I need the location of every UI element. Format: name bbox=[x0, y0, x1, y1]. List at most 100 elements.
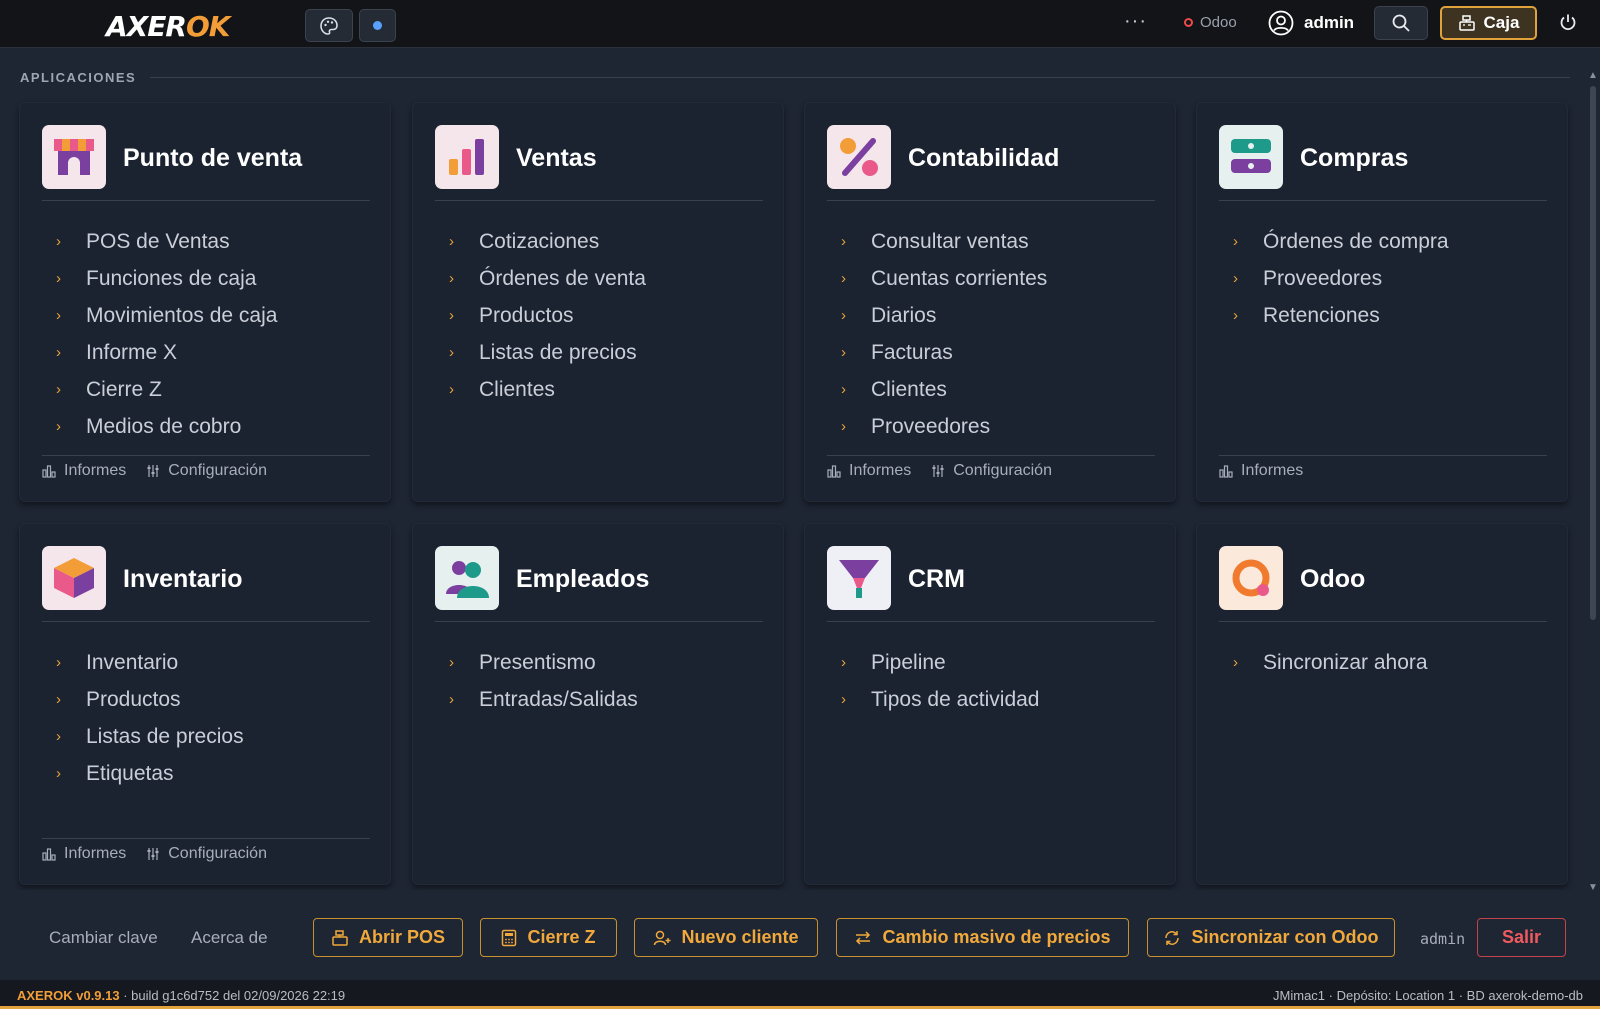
menu-item-label: Informe X bbox=[86, 340, 178, 364]
axerok-logo[interactable]: AXEROK bbox=[106, 10, 230, 43]
app-card-contabilidad: Contabilidad › Consultar ventas › Cuentas … bbox=[804, 102, 1176, 502]
version-label: AXEROK v0.9.13 bbox=[17, 988, 120, 1003]
caja-button[interactable]: Caja bbox=[1440, 6, 1537, 40]
chevron-right-icon: › bbox=[841, 307, 846, 324]
menu-item[interactable]: › Tipos de actividad bbox=[841, 681, 1039, 718]
menu-item[interactable]: › Medios de cobro bbox=[56, 408, 277, 445]
menu-item[interactable]: › Funciones de caja bbox=[56, 260, 277, 297]
close-z-button[interactable]: Cierre Z bbox=[480, 918, 617, 957]
menu-item[interactable]: › Etiquetas bbox=[56, 755, 244, 792]
odoo-connection-status[interactable]: Odoo bbox=[1184, 14, 1237, 31]
app-menu: › Presentismo › Entradas/Salidas bbox=[449, 644, 638, 718]
menu-item[interactable]: › Informe X bbox=[56, 334, 277, 371]
scroll-up-arrow[interactable]: ▲ bbox=[1588, 70, 1598, 81]
card-title: Empleados bbox=[516, 565, 650, 593]
menu-item[interactable]: › Retenciones bbox=[1233, 297, 1449, 334]
power-button[interactable] bbox=[1558, 12, 1578, 37]
mass-price-change-button[interactable]: Cambio masivo de precios bbox=[836, 918, 1129, 957]
menu-item[interactable]: › Listas de precios bbox=[449, 334, 646, 371]
menu-item[interactable]: › Órdenes de compra bbox=[1233, 223, 1449, 260]
menu-item[interactable]: › Productos bbox=[449, 297, 646, 334]
bar-chart-icon bbox=[435, 125, 499, 189]
footer-link-informes[interactable]: Informes bbox=[1219, 462, 1303, 480]
card-header[interactable]: Empleados bbox=[435, 546, 763, 622]
chevron-right-icon: › bbox=[841, 381, 846, 398]
menu-item[interactable]: › Entradas/Salidas bbox=[449, 681, 638, 718]
footer-link-informes[interactable]: Informes bbox=[827, 462, 911, 480]
chevron-right-icon: › bbox=[449, 307, 454, 324]
footer-link-configuracion[interactable]: Configuración bbox=[146, 845, 267, 863]
scrollbar-thumb[interactable] bbox=[1590, 86, 1596, 620]
footer-label: Configuración bbox=[168, 462, 267, 479]
menu-item-label: Cuentas corrientes bbox=[871, 266, 1048, 290]
search-button[interactable] bbox=[1374, 6, 1428, 40]
menu-item-label: Cotizaciones bbox=[479, 229, 600, 253]
people-icon bbox=[435, 546, 499, 610]
card-header[interactable]: Contabilidad bbox=[827, 125, 1155, 201]
card-header[interactable]: Inventario bbox=[42, 546, 370, 622]
odoo-status-label: Odoo bbox=[1200, 14, 1237, 31]
menu-item[interactable]: › Diarios bbox=[841, 297, 1047, 334]
menu-item-label: Órdenes de venta bbox=[479, 266, 646, 290]
card-title: Odoo bbox=[1300, 565, 1366, 593]
add-user-icon bbox=[654, 930, 671, 945]
footer-link-configuracion[interactable]: Configuración bbox=[931, 462, 1052, 480]
user-menu[interactable]: admin bbox=[1268, 10, 1354, 36]
menu-item[interactable]: › Cotizaciones bbox=[449, 223, 646, 260]
menu-item[interactable]: › Presentismo bbox=[449, 644, 638, 681]
card-header[interactable]: Punto de venta bbox=[42, 125, 370, 201]
footer-link-configuracion[interactable]: Configuración bbox=[146, 462, 267, 480]
menu-item-label: Consultar ventas bbox=[871, 229, 1029, 253]
menu-item[interactable]: › Pipeline bbox=[841, 644, 1039, 681]
menu-item[interactable]: › Proveedores bbox=[1233, 260, 1449, 297]
menu-item[interactable]: › Clientes bbox=[449, 371, 646, 408]
open-pos-button[interactable]: Abrir POS bbox=[313, 918, 463, 957]
chevron-right-icon: › bbox=[56, 728, 61, 745]
menu-item[interactable]: › Movimientos de caja bbox=[56, 297, 277, 334]
power-icon bbox=[1560, 14, 1576, 31]
change-password-link[interactable]: Cambiar clave bbox=[49, 928, 158, 948]
menu-item-label: Listas de precios bbox=[86, 724, 244, 748]
menu-item[interactable]: › Cuentas corrientes bbox=[841, 260, 1047, 297]
menu-item-label: Productos bbox=[479, 303, 574, 327]
menu-item-label: Cierre Z bbox=[86, 377, 162, 401]
menu-item[interactable]: › Sincronizar ahora bbox=[1233, 644, 1428, 681]
menu-item[interactable]: › Productos bbox=[56, 681, 244, 718]
footer-link-informes[interactable]: Informes bbox=[42, 462, 126, 480]
card-header[interactable]: CRM bbox=[827, 546, 1155, 622]
chevron-right-icon: › bbox=[1233, 270, 1238, 287]
chevron-right-icon: › bbox=[1233, 233, 1238, 250]
menu-item[interactable]: › Consultar ventas bbox=[841, 223, 1047, 260]
cash-register-icon bbox=[1458, 15, 1475, 31]
footer-label: Configuración bbox=[953, 462, 1052, 479]
status-dot-button[interactable] bbox=[359, 9, 396, 42]
menu-item[interactable]: › Proveedores bbox=[841, 408, 1047, 445]
menu-item-label: Entradas/Salidas bbox=[479, 687, 638, 711]
about-link[interactable]: Acerca de bbox=[191, 928, 268, 948]
footer-link-informes[interactable]: Informes bbox=[42, 845, 126, 863]
app-card-ventas: Ventas › Cotizaciones › Órdenes de venta ›… bbox=[412, 102, 784, 502]
menu-item[interactable]: › Cierre Z bbox=[56, 371, 277, 408]
card-header[interactable]: Compras bbox=[1219, 125, 1547, 201]
menu-item[interactable]: › Clientes bbox=[841, 371, 1047, 408]
menu-item[interactable]: › Órdenes de venta bbox=[449, 260, 646, 297]
current-user-label: admin bbox=[1420, 930, 1466, 948]
menu-item[interactable]: › Inventario bbox=[56, 644, 244, 681]
card-footer: Informes bbox=[1219, 455, 1547, 480]
card-header[interactable]: Ventas bbox=[435, 125, 763, 201]
menu-item[interactable]: › Listas de precios bbox=[56, 718, 244, 755]
theme-palette-button[interactable] bbox=[305, 9, 353, 42]
chevron-right-icon: › bbox=[56, 344, 61, 361]
sync-odoo-button[interactable]: Sincronizar con Odoo bbox=[1147, 918, 1395, 957]
menu-item[interactable]: › Facturas bbox=[841, 334, 1047, 371]
card-title: Ventas bbox=[516, 144, 597, 172]
new-client-button[interactable]: Nuevo cliente bbox=[634, 918, 818, 957]
app-menu: › POS de Ventas › Funciones de caja › Movim… bbox=[56, 223, 277, 445]
app-card-compras: Compras › Órdenes de compra › Proveedores … bbox=[1196, 102, 1568, 502]
card-header[interactable]: Odoo bbox=[1219, 546, 1547, 622]
menu-item[interactable]: › POS de Ventas bbox=[56, 223, 277, 260]
app-card-odoo: Odoo › Sincronizar ahora bbox=[1196, 523, 1568, 885]
more-menu-button[interactable]: ··· bbox=[1124, 10, 1147, 33]
chevron-right-icon: › bbox=[841, 270, 846, 287]
logout-button[interactable]: Salir bbox=[1477, 918, 1566, 957]
